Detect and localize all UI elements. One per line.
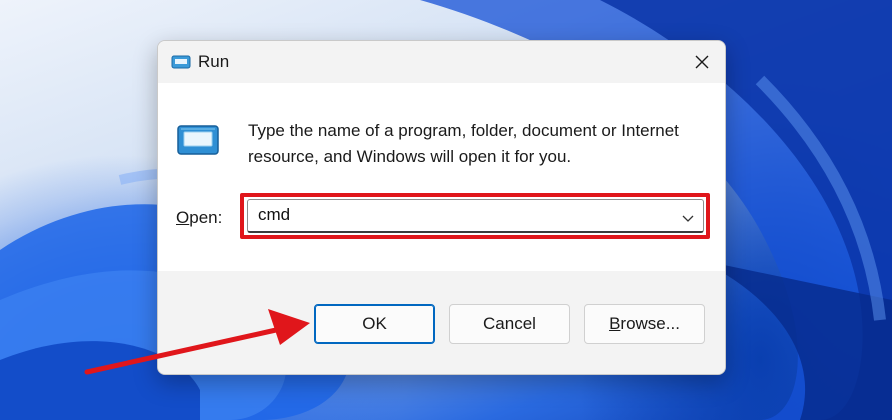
window-title: Run: [198, 52, 230, 71]
title-bar[interactable]: Run: [158, 41, 725, 83]
cancel-button[interactable]: Cancel: [449, 304, 570, 344]
browse-mnemonic: B: [609, 314, 621, 333]
open-combobox[interactable]: cmd: [247, 199, 704, 233]
open-label: Open:: [176, 208, 222, 228]
run-app-icon: [171, 53, 191, 71]
open-input[interactable]: cmd: [258, 205, 290, 225]
run-dialog: Run Type the name of a program, folder, …: [157, 40, 726, 375]
browse-button[interactable]: Browse...: [584, 304, 705, 344]
dialog-description: Type the name of a program, folder, docu…: [248, 121, 679, 166]
run-program-icon: [176, 123, 220, 157]
open-label-mnemonic: O: [176, 208, 190, 227]
chevron-down-icon: [682, 215, 694, 222]
button-bar: OK Cancel Browse...: [158, 271, 725, 374]
ok-button[interactable]: OK: [314, 304, 435, 344]
browse-label-rest: rowse...: [620, 314, 680, 333]
close-icon: [695, 55, 709, 69]
open-label-rest: pen:: [189, 208, 223, 227]
close-button[interactable]: [679, 41, 725, 83]
dialog-content: Type the name of a program, folder, docu…: [158, 83, 725, 271]
dropdown-button[interactable]: [681, 210, 695, 222]
